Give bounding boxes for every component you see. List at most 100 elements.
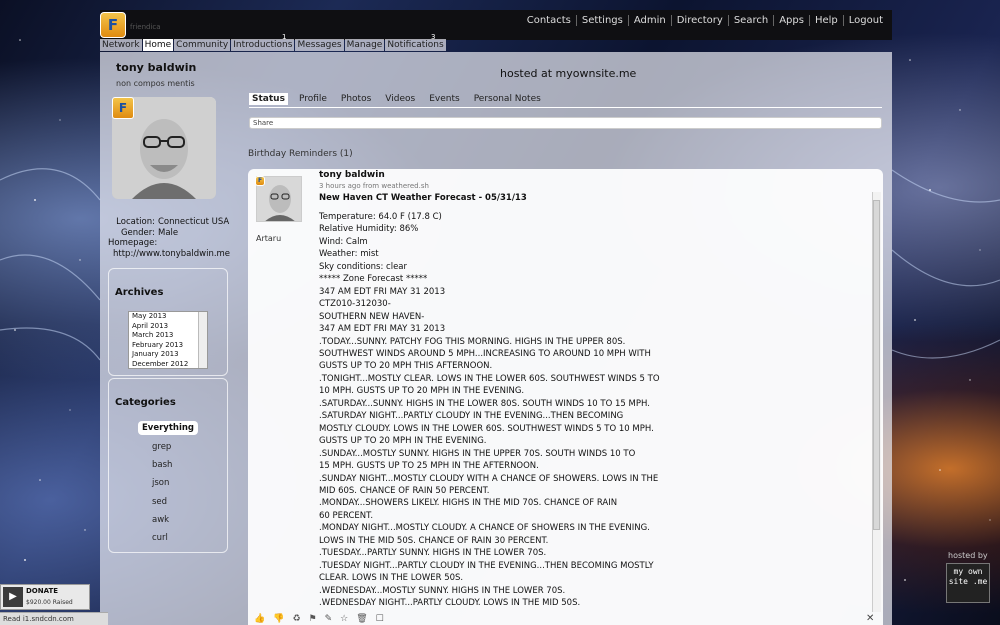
categories-title: Categories [115,397,176,408]
archive-option[interactable]: January 2013 [132,350,207,360]
nav-contacts[interactable]: Contacts [522,15,576,26]
nav-logout[interactable]: Logout [842,15,888,26]
close-icon[interactable]: ✕ [866,613,874,624]
post-body-line: MOSTLY CLOUDY. LOWS IN THE LOWER 60S. SO… [319,423,654,434]
profile-tabs: Status Profile Photos Videos Events Pers… [249,90,882,108]
edit-icon[interactable]: ✎ [325,614,333,624]
archive-option[interactable]: December 2012 [132,360,207,369]
post-body-line: 60 PERCENT. [319,510,374,521]
tab-profile[interactable]: Profile [296,93,330,105]
post-network-icon: F [255,176,265,186]
post-body-line: .TUESDAY NIGHT...PARTLY CLOUDY IN THE EV… [319,560,654,571]
post-title[interactable]: New Haven CT Weather Forecast - 05/31/13 [319,193,527,203]
post-body-line: CTZ010-312030- [319,299,391,310]
donate-widget[interactable]: ▶ DONATE $920.00 Raised [0,584,90,610]
category-item[interactable]: grep [152,442,171,452]
homepage-link[interactable]: http://www.tonybaldwin.me [108,249,230,260]
post-body-line: .SUNDAY...MOSTLY SUNNY. HIGHS IN THE UPP… [319,448,636,459]
post-body-line: .MONDAY NIGHT...MOSTLY CLOUDY. A CHANCE … [319,523,650,534]
category-item[interactable]: awk [152,515,169,525]
birthday-reminders[interactable]: Birthday Reminders (1) [248,149,353,159]
trash-icon[interactable]: 🗑 [356,614,367,624]
play-icon[interactable]: ▶ [3,587,23,607]
star-icon[interactable]: ☆ [340,614,348,624]
share-icon[interactable]: ♻ [292,614,300,624]
hosting-logo[interactable]: my own site .me [946,563,990,603]
tag-icon[interactable]: ⚑ [309,614,317,624]
tab-events[interactable]: Events [426,93,462,105]
category-item[interactable]: sed [152,497,167,507]
nav-apps[interactable]: Apps [773,15,809,26]
homepage-label: Homepage: [108,238,158,248]
thumbs-up-icon[interactable]: 👍 [254,614,265,624]
archive-option[interactable]: April 2013 [132,322,207,332]
tab-community[interactable]: Community [174,39,231,51]
gender-value: Male [158,227,179,238]
nav-directory[interactable]: Directory [670,15,728,26]
post-body-line: .WEDNESDAY...MOSTLY SUNNY. HIGHS IN THE … [319,585,566,596]
post-body-line: SOUTHWEST WINDS AROUND 5 MPH...INCREASIN… [319,348,651,359]
post-body-line: .SATURDAY NIGHT...PARTLY CLOUDY IN THE E… [319,411,624,422]
post-body-line: 10 MPH. GUSTS UP TO 20 MPH IN THE EVENIN… [319,386,525,397]
archives-scrollbar[interactable] [198,312,207,368]
tab-status[interactable]: Status [249,92,288,105]
tab-photos[interactable]: Photos [338,93,374,105]
post-body-line: SOUTHERN NEW HAVEN- [319,311,425,322]
friendica-logo[interactable]: F [100,12,126,38]
tab-videos[interactable]: Videos [382,93,418,105]
top-links: Contacts Settings Admin Directory Search… [522,15,888,26]
post-body-line: .SUNDAY NIGHT...MOSTLY CLOUDY WITH A CHA… [319,473,659,484]
location-label: Location: [116,217,155,227]
post-body-line: .SATURDAY...SUNNY. HIGHS IN THE LOWER 80… [319,398,650,409]
nav-help[interactable]: Help [808,15,843,26]
hosted-banner: hosted at myownsite.me [500,67,637,80]
category-everything[interactable]: Everything [138,421,199,435]
post-timestamp[interactable]: 3 hours ago from weathered.sh [319,182,429,190]
tab-home[interactable]: Home [142,39,174,51]
tab-messages[interactable]: Messages [295,39,344,51]
archive-option[interactable]: May 2013 [132,312,207,322]
nav-admin[interactable]: Admin [627,15,671,26]
category-item[interactable]: curl [152,533,168,543]
donate-label[interactable]: DONATE [26,587,58,595]
post-body-line: ***** Zone Forecast ***** [319,274,428,285]
share-input[interactable]: Share [249,117,882,129]
post-body-line: .TUESDAY...PARTLY SUNNY. HIGHS IN THE LO… [319,548,547,559]
browser-status-bar: Read i1.sndcdn.com [0,612,108,625]
post-avatar-username[interactable]: Artaru [256,234,281,243]
post-body-line: MID 60S. CHANCE OF RAIN 50 PERCENT. [319,485,490,496]
profile-name: tony baldwin [116,61,197,74]
archive-option[interactable]: February 2013 [132,341,207,351]
tab-personal-notes[interactable]: Personal Notes [471,93,544,105]
post-body-line: .TODAY...SUNNY. PATCHY FOG THIS MORNING.… [319,336,626,347]
nav-search[interactable]: Search [727,15,773,26]
post-actions: 👍 👎 ♻ ⚑ ✎ ☆ 🗑 ☐ [254,614,392,624]
introductions-count-badge: 1 [282,33,287,41]
post-body-line: .TONIGHT...MOSTLY CLEAR. LOWS IN THE LOW… [319,373,660,384]
post-body-line: Temperature: 64.0 F (17.8 C) [319,212,442,222]
post-author-name[interactable]: tony baldwin [319,170,385,180]
hosted-by-label: hosted by [948,551,988,560]
post-body-line: 347 AM EDT FRI MAY 31 2013 [319,324,446,335]
archives-title: Archives [115,287,164,298]
post-body: Temperature: 64.0 F (17.8 C) Relative Hum… [319,211,709,610]
post-body-line: GUSTS UP TO 20 MPH IN THE EVENING. [319,436,487,447]
post-body-line: GUSTS UP TO 20 MPH THIS AFTERNOON. [319,361,493,372]
thumbs-down-icon[interactable]: 👎 [273,614,284,624]
select-icon[interactable]: ☐ [376,614,384,624]
tab-manage[interactable]: Manage [344,39,385,51]
post-body-line: .MONDAY...SHOWERS LIKELY. HIGHS IN THE M… [319,498,618,509]
nav-settings[interactable]: Settings [575,15,628,26]
gender-label: Gender: [120,227,155,238]
archive-option[interactable]: March 2013 [132,331,207,341]
post-body-line: 15 MPH. GUSTS UP TO 25 MPH IN THE AFTERN… [319,461,539,472]
tab-network[interactable]: Network [100,39,142,51]
post-body-line: LOWS IN THE MID 50S. CHANCE OF RAIN 30 P… [319,535,549,546]
location-value: Connecticut USA [158,217,230,227]
category-item[interactable]: json [152,478,169,488]
post-body-line: Relative Humidity: 86% [319,224,419,235]
archives-select[interactable]: May 2013 April 2013 March 2013 February … [128,311,208,369]
tab-notifications[interactable]: Notifications [385,39,446,51]
category-item[interactable]: bash [152,460,172,470]
post-scrollbar-thumb[interactable] [873,200,880,530]
